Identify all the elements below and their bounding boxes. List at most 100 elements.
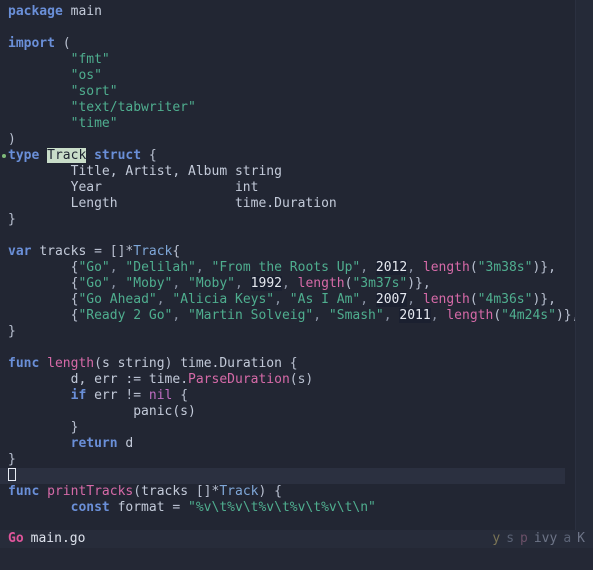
keyword-if: if: [8, 388, 95, 403]
status-indicator-p[interactable]: p: [520, 531, 528, 547]
struct-field-type-3: time.Duration: [234, 196, 337, 211]
brace-close-inner: }: [8, 420, 79, 435]
keyword-package: package: [8, 4, 63, 19]
comma: ,: [274, 292, 290, 307]
call-length: length: [422, 292, 470, 307]
status-indicator-y[interactable]: y: [492, 531, 500, 547]
brace-open: {: [266, 484, 282, 499]
code-line[interactable]: }: [0, 324, 575, 340]
ident-err: err: [94, 388, 118, 403]
code-line-func-printtracks[interactable]: func printTracks(tracks []*Track) {: [0, 484, 575, 500]
import-path-sort: "sort": [8, 84, 118, 99]
call-length: length: [297, 276, 345, 291]
keyword-struct: struct: [86, 148, 142, 163]
paren-open: (: [94, 356, 102, 371]
status-indicator-a[interactable]: a: [563, 531, 571, 547]
paren-open: (: [493, 308, 502, 323]
track-artist-1: "Moby": [125, 276, 173, 291]
code-editor-pane[interactable]: package main import ( "fmt" "os" "sort" …: [0, 0, 575, 530]
code-line[interactable]: ): [0, 132, 575, 148]
code-line[interactable]: "os": [0, 68, 575, 84]
code-line-func-length[interactable]: func length(s string) time.Duration {: [0, 356, 575, 372]
track-length-0: "3m38s": [477, 260, 533, 275]
track-title-3: "Ready 2 Go": [78, 308, 173, 323]
code-line-struct-field[interactable]: Year int: [0, 180, 575, 196]
paren-open: (: [469, 292, 478, 307]
track-album-3: "Smash": [328, 308, 384, 323]
editor-right-gutter: [575, 0, 593, 530]
keyword-const: const: [8, 500, 118, 515]
code-line[interactable]: import (: [0, 36, 575, 52]
status-indicator-s[interactable]: s: [506, 531, 514, 547]
type-ref-track: Track: [219, 484, 259, 499]
search-match-highlight: Track: [47, 148, 87, 163]
literal-tail: )},: [532, 292, 556, 307]
call-length: length: [422, 260, 470, 275]
comma: ,: [281, 276, 298, 291]
status-indicator-k[interactable]: K: [577, 531, 585, 547]
import-path-fmt: "fmt": [8, 52, 110, 67]
track-year-0: 2012: [375, 260, 408, 275]
call-args: (s): [289, 372, 314, 387]
code-line[interactable]: package main: [0, 4, 575, 20]
track-length-2: "4m36s": [477, 292, 533, 307]
call-length: length: [446, 308, 494, 323]
comma: ,: [383, 308, 400, 323]
paren-open: (: [133, 484, 142, 499]
code-line[interactable]: }: [0, 420, 575, 436]
call-parseduration: ParseDuration: [188, 372, 290, 387]
code-line[interactable]: }: [0, 452, 575, 468]
operator-assign: =: [164, 500, 189, 515]
code-line-track-literal[interactable]: {"Ready 2 Go", "Martin Solveig", "Smash"…: [0, 308, 575, 324]
track-year-2: 2007: [375, 292, 408, 307]
track-artist-3: "Martin Solveig": [188, 308, 314, 323]
type-ref-track: Track: [133, 244, 173, 259]
code-line-blank[interactable]: [0, 228, 575, 244]
code-line-blank[interactable]: [0, 20, 575, 36]
paren-open: (: [54, 36, 71, 51]
status-right-group: y s p ivy a K: [492, 531, 585, 547]
code-line[interactable]: }: [0, 212, 575, 228]
track-title-2: "Go Ahead": [78, 292, 157, 307]
code-line-struct-field[interactable]: Title, Artist, Album string: [0, 164, 575, 180]
track-year-1: 1992: [250, 276, 282, 291]
code-line-track-literal[interactable]: {"Go Ahead", "Alicia Keys", "As I Am", 2…: [0, 292, 575, 308]
code-line-blank[interactable]: [0, 340, 575, 356]
comma: ,: [235, 276, 251, 291]
literal-brace-open: {: [8, 292, 79, 307]
code-line[interactable]: return d: [0, 436, 575, 452]
status-filetype-badge: Go: [8, 531, 24, 546]
track-length-1: "3m37s": [352, 276, 408, 291]
code-line[interactable]: panic(s): [0, 404, 575, 420]
paren-open: (: [469, 260, 478, 275]
literal-brace-open: {: [8, 276, 79, 291]
status-indicator-ivy[interactable]: ivy: [534, 531, 557, 547]
literal-brace-open: {: [8, 260, 79, 275]
status-filename: main.go: [30, 531, 86, 546]
code-line-track-literal[interactable]: {"Go", "Delilah", "From the Roots Up", 2…: [0, 260, 575, 276]
import-path-os: "os": [8, 68, 102, 83]
editor-window: package main import ( "fmt" "os" "sort" …: [0, 0, 593, 570]
code-line[interactable]: if err != nil {: [0, 388, 575, 404]
code-line-struct-field[interactable]: Length time.Duration: [0, 196, 575, 212]
code-line[interactable]: const format = "%v\t%v\t%v\t%v\t%v\t\n": [0, 500, 575, 516]
code-line[interactable]: "text/tabwriter": [0, 100, 575, 116]
brace-close: }: [8, 212, 16, 227]
track-title-0: "Go": [78, 260, 110, 275]
code-line[interactable]: d, err := time.ParseDuration(s): [0, 372, 575, 388]
var-name-tracks: tracks: [39, 244, 87, 259]
track-album-0: "From the Roots Up": [211, 260, 361, 275]
code-line[interactable]: "fmt": [0, 52, 575, 68]
code-line[interactable]: "time": [0, 116, 575, 132]
comma: ,: [156, 292, 173, 307]
code-line-track-literal[interactable]: {"Go", "Moby", "Moby", 1992, length("3m3…: [0, 276, 575, 292]
literal-brace-open: {: [8, 308, 79, 323]
code-line[interactable]: "sort": [0, 84, 575, 100]
struct-field-names-2: Year: [8, 180, 235, 195]
code-line-var-tracks[interactable]: var tracks = []*Track{: [0, 244, 575, 260]
command-line[interactable]: [0, 548, 593, 570]
track-artist-2: "Alicia Keys": [172, 292, 275, 307]
code-line-type-track[interactable]: type Track struct {: [0, 148, 575, 164]
track-album-1: "Moby": [188, 276, 236, 291]
code-line-cursor[interactable]: [0, 468, 565, 484]
